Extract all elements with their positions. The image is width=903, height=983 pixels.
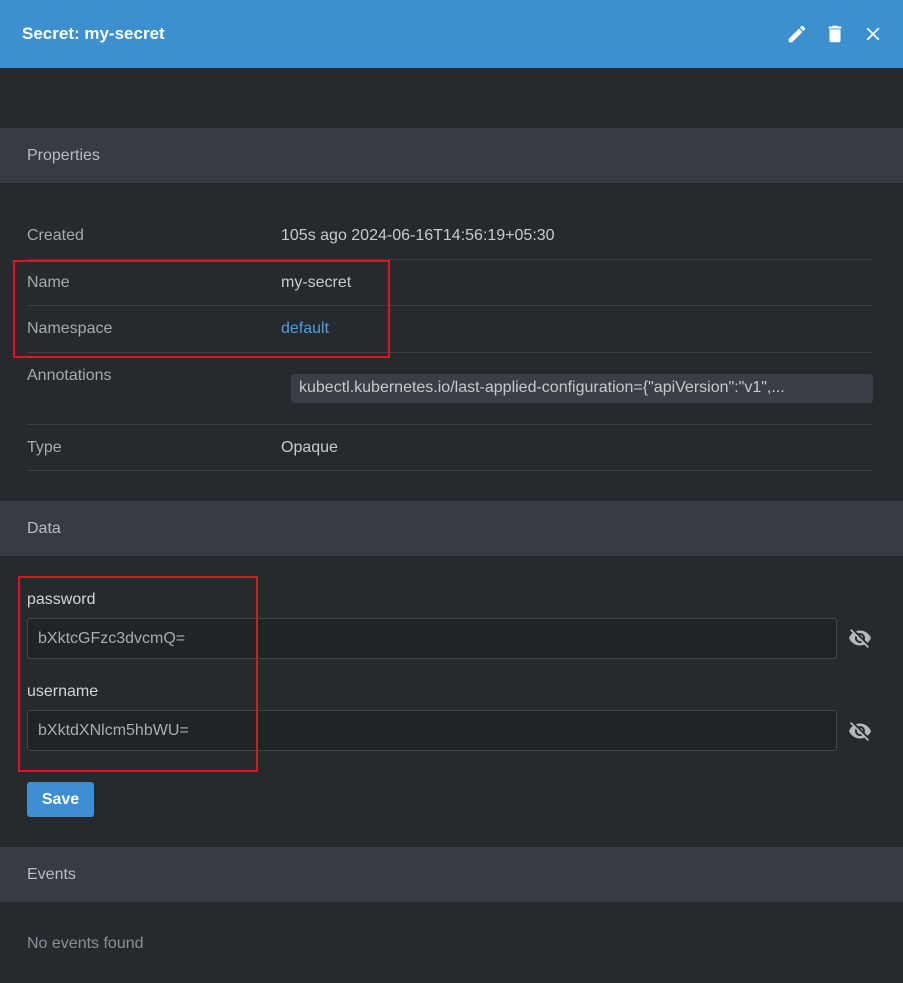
type-value: Opaque <box>281 439 338 456</box>
name-value: my-secret <box>281 274 352 291</box>
created-row: Created 105s ago 2024-06-16T14:56:19+05:… <box>27 212 873 260</box>
close-icon <box>866 27 880 41</box>
password-key-label: password <box>27 591 96 608</box>
events-section-header: Events <box>0 847 903 902</box>
eye-off-icon <box>849 722 871 741</box>
annotation-value[interactable]: kubectl.kubernetes.io/last-applied-confi… <box>291 374 873 403</box>
pencil-icon <box>788 25 806 43</box>
drawer-title: Secret: my-secret <box>22 24 165 43</box>
type-row: Type Opaque <box>27 425 873 471</box>
namespace-row: Namespace default <box>27 306 873 353</box>
name-label: Name <box>27 274 70 291</box>
toggle-username-visibility-button[interactable] <box>847 718 873 744</box>
events-empty-text: No events found <box>27 935 144 952</box>
name-row: Name my-secret <box>27 260 873 306</box>
toggle-password-visibility-button[interactable] <box>847 625 873 651</box>
created-label: Created <box>27 227 84 244</box>
properties-section-title: Properties <box>27 146 100 164</box>
data-section-title: Data <box>27 519 61 537</box>
drawer-header: Secret: my-secret <box>0 0 903 68</box>
data-section-header: Data <box>0 501 903 556</box>
close-button[interactable] <box>861 22 885 46</box>
annotations-label: Annotations <box>27 367 112 384</box>
created-value: 105s ago 2024-06-16T14:56:19+05:30 <box>281 227 555 244</box>
password-value-field[interactable]: bXktcGFzc3dvcmQ= <box>27 618 837 659</box>
username-key-label: username <box>27 683 99 700</box>
username-value-field[interactable]: bXktdXNlcm5hbWU= <box>27 710 837 751</box>
events-section-title: Events <box>27 865 76 883</box>
eye-off-icon <box>849 629 871 648</box>
properties-section-header: Properties <box>0 128 903 183</box>
namespace-label: Namespace <box>27 320 113 337</box>
delete-button[interactable] <box>823 22 847 46</box>
trash-icon <box>828 25 842 43</box>
type-label: Type <box>27 439 62 456</box>
namespace-link[interactable]: default <box>281 320 329 338</box>
annotations-row: Annotations kubectl.kubernetes.io/last-a… <box>27 353 873 425</box>
header-actions <box>785 0 885 68</box>
save-button[interactable]: Save <box>27 782 94 817</box>
edit-button[interactable] <box>785 22 809 46</box>
